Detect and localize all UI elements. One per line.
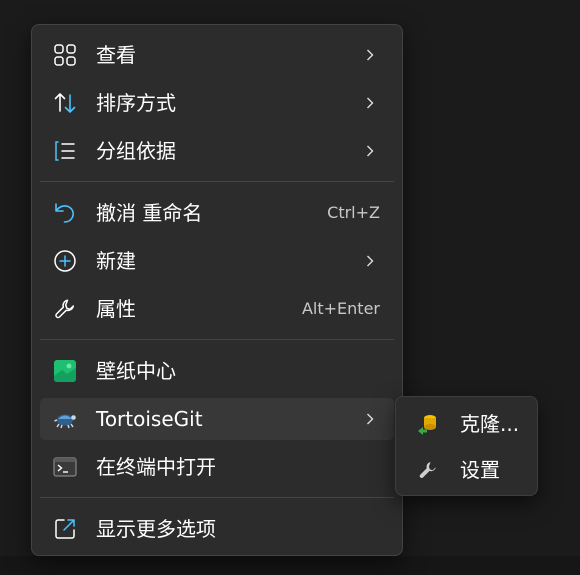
submenu-item-clone[interactable]: 克隆... xyxy=(402,404,531,444)
menu-item-wallpaper-center[interactable]: 壁纸中心 xyxy=(40,350,394,392)
menu-item-label: 撤消 重命名 xyxy=(96,201,203,225)
menu-item-label: 显示更多选项 xyxy=(96,517,216,541)
terminal-icon xyxy=(53,455,77,479)
menu-item-label: 排序方式 xyxy=(96,91,176,115)
menu-item-open-in-terminal[interactable]: 在终端中打开 xyxy=(40,446,394,488)
sort-icon xyxy=(53,91,77,115)
chevron-right-icon xyxy=(367,49,374,61)
menu-item-label: 新建 xyxy=(96,249,136,273)
undo-icon xyxy=(53,201,77,225)
menu-item-label: TortoiseGit xyxy=(96,407,203,431)
menu-item-label: 查看 xyxy=(96,43,136,67)
chevron-right-icon xyxy=(367,413,374,425)
menu-item-properties[interactable]: 属性 Alt+Enter xyxy=(40,288,394,330)
context-menu: 查看 排序方式 分组依据 撤消 重命名 Ctrl+Z 新建 属性 Alt+Ent… xyxy=(31,24,403,556)
share-icon xyxy=(53,517,77,541)
menu-item-undo-rename[interactable]: 撤消 重命名 Ctrl+Z xyxy=(40,192,394,234)
menu-item-label: 属性 xyxy=(96,297,136,321)
shortcut-text: Ctrl+Z xyxy=(327,203,380,222)
submenu-item-settings[interactable]: 设置 xyxy=(402,450,531,490)
menu-item-label: 分组依据 xyxy=(96,139,176,163)
shortcut-text: Alt+Enter xyxy=(301,299,380,318)
separator xyxy=(40,181,394,182)
clone-icon xyxy=(416,412,440,436)
separator xyxy=(40,497,394,498)
menu-item-show-more-options[interactable]: 显示更多选项 xyxy=(40,508,394,550)
wallpaper-icon xyxy=(53,359,77,383)
desktop-strip xyxy=(0,556,580,575)
settings-wrench-icon xyxy=(416,458,440,482)
group-list-icon xyxy=(53,139,77,163)
menu-item-group-by[interactable]: 分组依据 xyxy=(40,130,394,172)
menu-item-tortoisegit[interactable]: TortoiseGit xyxy=(40,398,394,440)
submenu-item-label: 设置 xyxy=(460,458,500,482)
menu-item-sort[interactable]: 排序方式 xyxy=(40,82,394,124)
menu-item-label: 在终端中打开 xyxy=(96,455,216,479)
chevron-right-icon xyxy=(367,255,374,267)
separator xyxy=(40,339,394,340)
submenu-item-label: 克隆... xyxy=(460,412,520,436)
chevron-right-icon xyxy=(367,97,374,109)
chevron-right-icon xyxy=(367,145,374,157)
tortoisegit-icon xyxy=(53,407,77,431)
menu-item-label: 壁纸中心 xyxy=(96,359,176,383)
grid-icon xyxy=(53,43,77,67)
tortoisegit-submenu: 克隆... 设置 xyxy=(395,396,538,496)
wrench-icon xyxy=(53,297,77,321)
menu-item-new[interactable]: 新建 xyxy=(40,240,394,282)
menu-item-view[interactable]: 查看 xyxy=(40,34,394,76)
add-circle-icon xyxy=(53,249,77,273)
